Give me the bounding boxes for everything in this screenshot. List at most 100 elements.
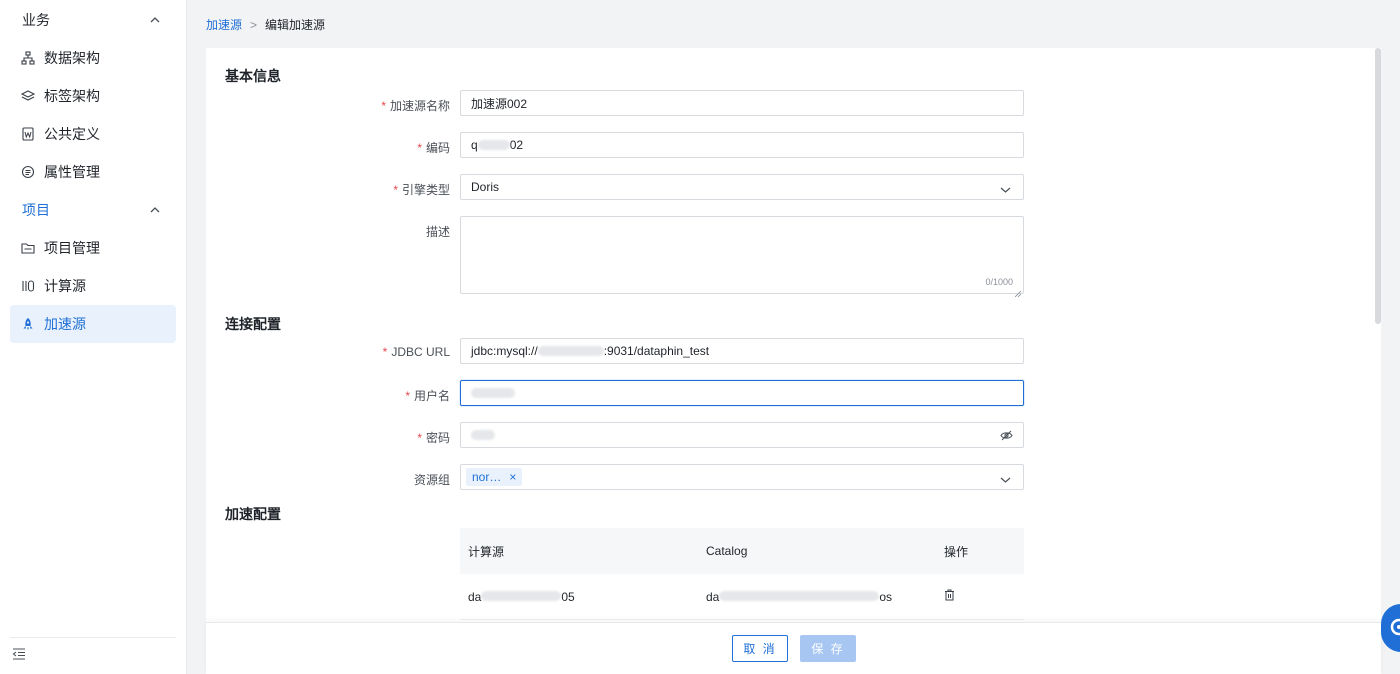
assistant-float-button[interactable] (1381, 604, 1400, 652)
eye-hidden-icon[interactable] (1000, 430, 1013, 444)
sidebar-item-attribute-management[interactable]: 属性管理 (10, 153, 176, 191)
jdbc-value-prefix: jdbc:mysql:// (471, 344, 538, 358)
code-label-text: 编码 (425, 141, 450, 155)
sidebar-item-public-definition[interactable]: 公共定义 (10, 115, 176, 153)
breadcrumb-separator: > (250, 17, 258, 32)
required-mark: * (393, 183, 398, 197)
column-header-catalog: Catalog (706, 544, 748, 558)
menu-collapse-icon (12, 647, 26, 664)
resource-group-tag-label: nor… (472, 470, 502, 484)
sidebar-item-label: 项目管理 (44, 240, 100, 256)
breadcrumb-current: 编辑加速源 (265, 18, 326, 32)
cell-catalog-prefix: da (706, 589, 720, 604)
cell-compute-source: da 05 (460, 590, 698, 604)
sidebar-item-acceleration-source[interactable]: 加速源 (10, 305, 176, 343)
username-label: * 用户名 (405, 387, 450, 404)
name-input-value: 加速源002 (471, 96, 528, 111)
close-icon[interactable]: × (509, 470, 516, 484)
jdbc-url-input[interactable]: jdbc:mysql:// :9031/dataphin_test (460, 338, 1024, 364)
chevron-up-icon (150, 15, 160, 25)
name-label-text: 加速源名称 (389, 99, 450, 113)
save-button[interactable]: 保 存 (800, 635, 856, 662)
required-mark: * (417, 141, 422, 155)
group-project-label: 项目 (22, 202, 50, 218)
scrollbar[interactable] (1375, 48, 1381, 324)
engine-select-value: Doris (471, 180, 500, 194)
required-mark: * (417, 431, 422, 445)
breadcrumb-parent-link[interactable]: 加速源 (206, 16, 242, 33)
group-business[interactable]: 业务 (0, 1, 186, 39)
layers-icon (21, 89, 35, 103)
required-mark: * (405, 389, 410, 403)
sidebar-item-label: 属性管理 (44, 164, 100, 180)
group-business-label: 业务 (22, 12, 50, 28)
sidebar-item-data-architecture[interactable]: 数据架构 (10, 39, 176, 77)
redacted-blur (719, 590, 880, 601)
cell-source-suffix: 05 (561, 589, 575, 604)
username-input[interactable] (460, 380, 1024, 406)
name-label: * 加速源名称 (381, 97, 450, 114)
column-header-compute-source: 计算源 (468, 544, 505, 559)
engine-label-text: 引擎类型 (401, 183, 450, 197)
username-label-text: 用户名 (413, 389, 450, 403)
resize-handle-icon[interactable] (1014, 285, 1022, 298)
redacted-blur (537, 346, 604, 356)
section-title-connection: 连接配置 (225, 316, 281, 332)
redacted-blur (471, 430, 495, 440)
resource-group-tag: nor… × (466, 468, 523, 486)
folder-icon (21, 241, 35, 255)
required-mark: * (382, 345, 388, 359)
cancel-button[interactable]: 取 消 (732, 635, 788, 662)
cell-catalog: da os (698, 590, 936, 604)
password-label-text: 密码 (425, 431, 450, 445)
sidebar-item-label: 计算源 (44, 278, 86, 294)
group-project[interactable]: 项目 (0, 191, 186, 229)
collapse-sidebar-button[interactable] (10, 637, 176, 673)
sidebar-item-project-management[interactable]: 项目管理 (10, 229, 176, 267)
password-label: * 密码 (417, 429, 450, 446)
engine-select[interactable]: Doris (460, 174, 1024, 200)
redacted-blur (471, 388, 515, 398)
code-input[interactable]: q 02 (460, 132, 1024, 158)
acceleration-table: 计算源 Catalog 操作 da 05 da os (460, 528, 1024, 620)
resource-group-select[interactable]: nor… × (460, 464, 1024, 490)
section-title-basic: 基本信息 (225, 68, 281, 84)
org-chart-icon (21, 51, 35, 65)
description-textarea[interactable]: 0/1000 (460, 216, 1024, 298)
sidebar-item-label: 加速源 (44, 316, 86, 332)
edit-form-card: 基本信息 * 加速源名称 加速源002 * 编码 q 02 * 引擎类型 Doris … (206, 48, 1381, 622)
breadcrumb: 加速源 > 编辑加速源 (206, 16, 325, 33)
sidebar: 业务 数据架构 标签架构 公共定义 属性管理 项目 项目管理 计算源 加速源 (0, 0, 187, 674)
password-input[interactable] (460, 422, 1024, 448)
sidebar-item-tag-architecture[interactable]: 标签架构 (10, 77, 176, 115)
char-counter: 0/1000 (985, 277, 1013, 287)
assistant-icon (1389, 617, 1400, 640)
redacted-blur (477, 140, 510, 150)
resource-group-label: 资源组 (413, 473, 450, 487)
rocket-icon (21, 317, 35, 331)
chevron-down-icon (1000, 473, 1011, 487)
sidebar-item-label: 标签架构 (44, 88, 100, 104)
jdbc-label-text: JDBC URL (391, 345, 450, 359)
redacted-blur (481, 590, 562, 601)
sidebar-item-label: 数据架构 (44, 50, 100, 66)
form-footer: 取 消 保 存 (206, 622, 1381, 674)
jdbc-label: * JDBC URL (383, 345, 450, 359)
cell-catalog-suffix: os (879, 589, 893, 604)
column-header-actions: 操作 (944, 544, 969, 559)
delete-icon[interactable] (944, 589, 955, 604)
code-value-prefix: q (471, 138, 478, 152)
jdbc-value-suffix: :9031/dataphin_test (603, 344, 710, 358)
chevron-down-icon (1000, 183, 1011, 197)
code-value-suffix: 02 (509, 138, 524, 152)
code-label: * 编码 (417, 139, 450, 156)
name-input[interactable]: 加速源002 (460, 90, 1024, 116)
sidebar-item-compute-source[interactable]: 计算源 (10, 267, 176, 305)
section-title-acceleration: 加速配置 (225, 506, 281, 522)
list-icon (21, 165, 35, 179)
cell-source-prefix: da (468, 589, 482, 604)
engine-label: * 引擎类型 (393, 181, 450, 198)
sidebar-item-label: 公共定义 (44, 126, 100, 142)
description-label: 描述 (425, 225, 450, 239)
cell-actions (936, 589, 1024, 604)
